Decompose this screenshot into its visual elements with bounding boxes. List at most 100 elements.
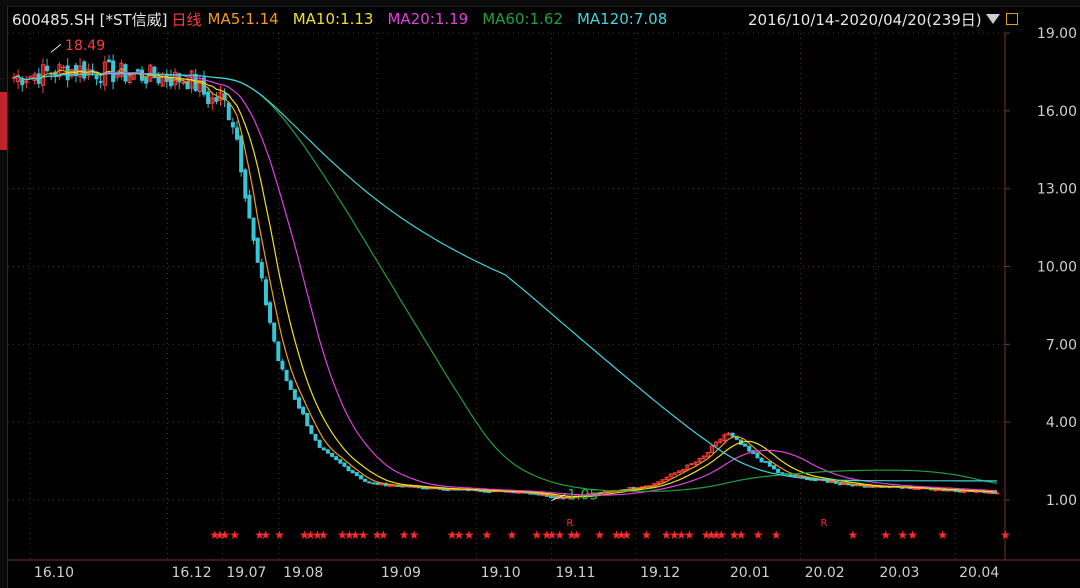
candle-body <box>933 489 938 492</box>
candle-body <box>375 482 380 485</box>
candle-body <box>305 413 310 427</box>
candle-body <box>363 478 368 482</box>
candle-body <box>780 472 785 475</box>
candle-body <box>239 135 244 173</box>
candle-body <box>230 122 235 128</box>
candle-body <box>90 69 95 72</box>
x-tick-label: 19.09 <box>381 565 421 581</box>
ma-line-20 <box>13 70 998 496</box>
x-tick-label: 19.10 <box>481 565 521 581</box>
candle-body <box>296 397 301 409</box>
x-tick-label: 16.12 <box>172 565 212 581</box>
candle-body <box>776 468 781 473</box>
candle-body <box>251 217 256 241</box>
candle-body <box>346 466 351 472</box>
candle-body <box>792 474 797 477</box>
candle-body <box>771 465 776 470</box>
x-tick-label: 20.01 <box>730 565 770 581</box>
candle-body <box>813 479 818 482</box>
price-chart[interactable]: 19.00 16.00 13.00 10.00 7.00 4.00 1.00 16.10 16.… <box>0 0 1080 588</box>
y-tick-label: 4.00 <box>1046 415 1077 431</box>
candle-body <box>354 472 359 477</box>
candle-body <box>243 169 248 199</box>
candle-body <box>553 496 558 499</box>
candle-body <box>111 60 116 82</box>
signal-star: ★ <box>641 528 652 542</box>
candle-body <box>280 360 285 370</box>
high-pointer <box>50 43 62 53</box>
ma-line-5 <box>13 67 998 499</box>
x-tick-label: 16.10 <box>34 565 74 581</box>
candle-body <box>755 452 760 459</box>
signal-star: ★ <box>554 528 565 542</box>
candle-body <box>276 341 281 362</box>
x-tick-label: 19.11 <box>555 565 595 581</box>
candle-body <box>995 492 999 495</box>
candle-body <box>445 489 450 492</box>
candle-body <box>350 470 355 474</box>
candle-body <box>235 127 240 140</box>
signal-star: ★ <box>594 528 605 542</box>
y-tick-label: 13.00 <box>1037 182 1077 198</box>
candle-body <box>309 425 314 435</box>
candle-body <box>94 74 99 80</box>
candle-body <box>288 380 293 390</box>
x-tick-label: 19.08 <box>283 565 323 581</box>
candle-body <box>420 487 425 490</box>
candle-body <box>268 302 273 323</box>
candle-body <box>206 91 211 104</box>
candle-body <box>317 439 322 448</box>
candle-body <box>263 279 268 305</box>
candle-body <box>759 457 764 463</box>
candle-body <box>961 491 966 494</box>
signal-star: ★ <box>260 528 271 542</box>
candle-body <box>763 460 768 463</box>
candle-body <box>226 102 231 121</box>
signal-star: ★ <box>229 528 240 542</box>
candle-body <box>325 449 330 454</box>
signal-star: ★ <box>318 528 329 542</box>
signal-star: ★ <box>621 528 632 542</box>
candle-body <box>482 490 487 493</box>
signal-star: ★ <box>482 528 493 542</box>
x-tick-label: 20.03 <box>879 565 919 581</box>
signal-star: ★ <box>684 528 695 542</box>
candle-body <box>829 481 834 484</box>
candle-body <box>838 483 843 486</box>
signal-star: ★ <box>847 528 858 542</box>
candle-body <box>842 483 847 486</box>
candle-body <box>850 484 855 487</box>
candle-body <box>98 80 103 83</box>
y-tick-label: 19.00 <box>1037 26 1077 42</box>
candle-body <box>730 432 735 437</box>
candle-body <box>387 484 392 487</box>
candle-body <box>301 406 306 415</box>
candle-body <box>486 491 491 494</box>
signal-star: ★ <box>907 528 918 542</box>
ma-line-120 <box>13 72 998 482</box>
candle-body <box>330 452 335 457</box>
y-tick-label: 1.00 <box>1046 493 1077 509</box>
candle-body <box>45 65 50 72</box>
candle-body <box>135 69 140 72</box>
candle-body <box>548 496 553 499</box>
signal-star: ★ <box>409 528 420 542</box>
high-label: 18.49 <box>65 38 105 54</box>
candle-body <box>743 443 748 447</box>
candle-body <box>862 485 867 488</box>
signal-star: ★ <box>378 528 389 542</box>
signal-star: ★ <box>571 528 582 542</box>
candle-body <box>247 194 252 219</box>
candle-body <box>631 486 636 489</box>
r-marker: R <box>821 518 828 529</box>
x-tick-label: 20.04 <box>959 565 999 581</box>
x-tick-label: 19.12 <box>640 565 680 581</box>
ma-line-10 <box>13 70 998 498</box>
ma-line-60 <box>13 72 998 492</box>
y-tick-label: 16.00 <box>1037 104 1077 120</box>
r-marker: R <box>566 518 573 529</box>
candle-body <box>106 59 111 63</box>
signal-star: ★ <box>464 528 475 542</box>
candle-body <box>367 481 372 484</box>
signal-star: ★ <box>937 528 948 542</box>
